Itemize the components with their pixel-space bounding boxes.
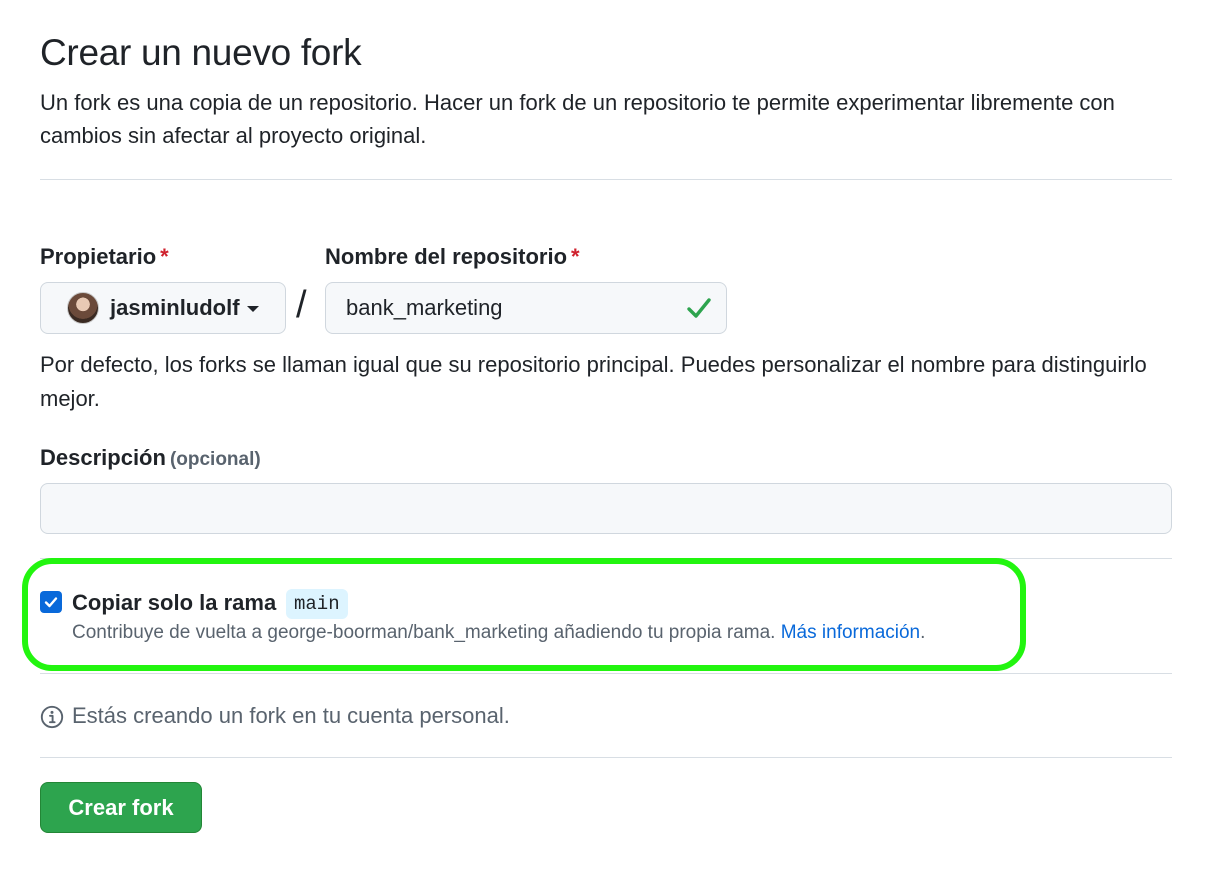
description-label-text: Descripción: [40, 445, 166, 470]
owner-label-text: Propietario: [40, 244, 157, 269]
highlight-outline: [22, 558, 1026, 671]
divider: [40, 179, 1172, 180]
required-mark: *: [571, 244, 580, 269]
optional-hint: (opcional): [169, 449, 261, 470]
divider: [40, 757, 1172, 758]
owner-select[interactable]: jasminludolf: [40, 282, 286, 334]
repo-name-help: Por defecto, los forks se llaman igual q…: [40, 352, 1147, 411]
page-subtitle: Un fork es una copia de un repositorio. …: [40, 90, 1115, 148]
repo-name-label: Nombre del repositorio *: [325, 244, 580, 270]
info-icon: [40, 705, 64, 729]
chevron-down-icon: [246, 306, 259, 312]
owner-name: jasminludolf: [110, 295, 240, 320]
divider: [40, 673, 1172, 674]
fork-page: Crear un nuevo fork Un fork es una copia…: [0, 0, 1216, 880]
create-fork-button[interactable]: Crear fork: [40, 782, 202, 833]
description-label: Descripción (opcional): [40, 445, 261, 471]
info-text: Estás creando un fork en tu cuenta perso…: [72, 703, 510, 728]
owner-label: Propietario *: [40, 244, 169, 270]
page-title: Crear un nuevo fork: [40, 32, 362, 73]
avatar: [67, 292, 99, 324]
check-icon: [687, 298, 711, 318]
repo-name-input[interactable]: [325, 282, 727, 334]
repo-name-label-text: Nombre del repositorio: [325, 244, 568, 269]
description-input[interactable]: [40, 483, 1172, 534]
owner-repo-separator: /: [296, 284, 307, 326]
required-mark: *: [160, 244, 169, 269]
